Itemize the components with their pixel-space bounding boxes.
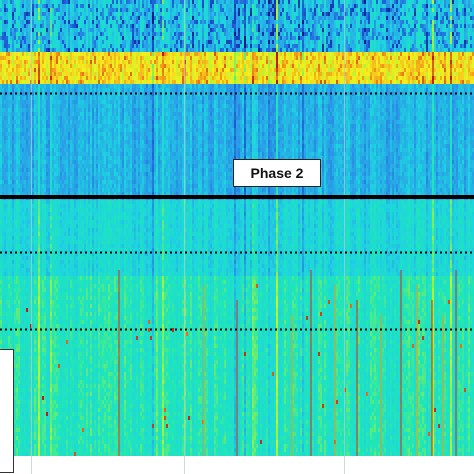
- heatmap-plot: [0, 0, 474, 474]
- heatmap-figure: Phase 2: [0, 0, 474, 474]
